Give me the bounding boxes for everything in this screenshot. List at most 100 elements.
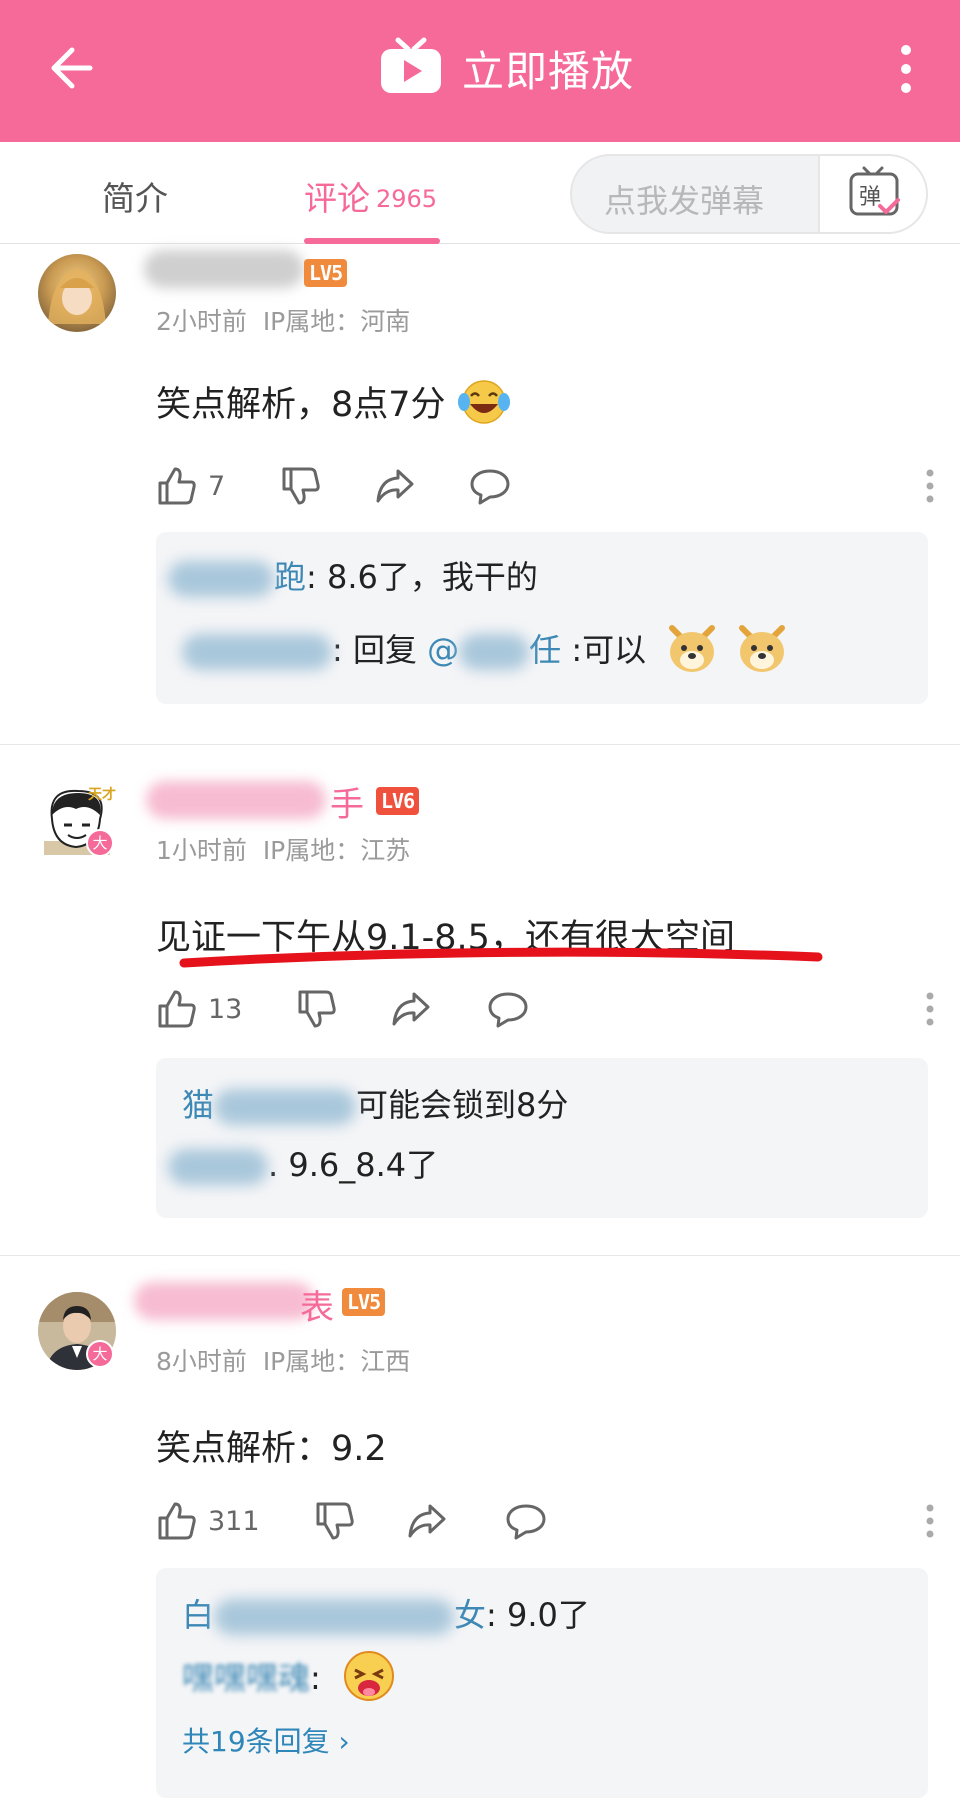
comment-actions: 13 bbox=[156, 987, 936, 1031]
thumbs-down-icon bbox=[282, 467, 320, 505]
danmaku-placeholder: 点我发弹幕 bbox=[604, 182, 765, 220]
reply-username-blurred bbox=[214, 1599, 455, 1635]
share-icon bbox=[392, 992, 430, 1026]
reply-username-head: 白 bbox=[182, 1596, 215, 1634]
thumbs-up-icon bbox=[158, 467, 196, 505]
reply-item[interactable]: 白 女: 9.0了 bbox=[182, 1590, 590, 1636]
thumbs-up-icon bbox=[158, 1502, 196, 1540]
reply-text: . 9.6_8.4了 bbox=[268, 1146, 439, 1184]
username-blurred[interactable] bbox=[134, 1282, 314, 1320]
reply-button[interactable] bbox=[486, 987, 530, 1031]
level-badge: LV6 bbox=[376, 787, 420, 815]
danmaku-icon: 弹 bbox=[849, 166, 900, 216]
reply-button[interactable] bbox=[504, 1499, 548, 1543]
comment-more-icon[interactable] bbox=[924, 991, 936, 1031]
avatar[interactable] bbox=[38, 254, 116, 332]
thumbs-down-icon bbox=[298, 990, 336, 1028]
chat-bubble-icon bbox=[470, 469, 510, 505]
red-underline-annotation bbox=[179, 947, 823, 968]
reply-username-head: 猫 bbox=[182, 1086, 215, 1124]
share-button[interactable] bbox=[374, 464, 416, 508]
comment-item: LV5 2小时前 IP属地：河南 笑点解析，8点7分 7 跑: 8.6了，我干的… bbox=[0, 244, 960, 744]
share-button[interactable] bbox=[390, 987, 432, 1031]
like-button[interactable]: 311 bbox=[156, 1499, 260, 1543]
tab-comments[interactable]: 评论 2965 bbox=[304, 172, 437, 220]
comment-actions: 311 bbox=[156, 1499, 936, 1543]
level-badge: LV5 bbox=[304, 259, 348, 287]
like-count: 7 bbox=[208, 470, 226, 502]
reply-text: : 8.6了，我干的 bbox=[306, 558, 538, 596]
tab-bar: 简介 评论 2965 点我发弹幕 弹 bbox=[0, 142, 960, 244]
comment-meta: 8小时前 IP属地：江西 bbox=[156, 1342, 410, 1378]
share-icon bbox=[376, 469, 414, 503]
reply-preview-box[interactable]: 白 女: 9.0了 嘿嘿嘿魂: 共19条回复 › bbox=[156, 1568, 928, 1798]
more-options-icon[interactable] bbox=[893, 44, 919, 94]
comment-text: 笑点解析，8点7分 bbox=[156, 376, 511, 435]
reply-mention[interactable]: @ 任 bbox=[427, 631, 562, 670]
comment-ip: IP属地：江苏 bbox=[262, 836, 411, 865]
like-button[interactable]: 13 bbox=[156, 987, 242, 1031]
reply-username-blurred bbox=[168, 561, 274, 597]
username-blurred[interactable] bbox=[144, 250, 304, 288]
chat-bubble-icon bbox=[488, 992, 528, 1028]
tv-play-icon bbox=[378, 36, 444, 100]
danmaku-input[interactable]: 点我发弹幕 弹 bbox=[570, 154, 928, 234]
face-with-tears-of-joy-icon bbox=[457, 378, 511, 435]
share-icon bbox=[408, 1504, 446, 1538]
reply-item[interactable]: 嘿嘿嘿魂: bbox=[182, 1648, 397, 1712]
mention-username-blurred bbox=[459, 634, 530, 670]
view-all-replies-link[interactable]: 共19条回复 › bbox=[182, 1720, 350, 1760]
reply-text: :可以 bbox=[561, 631, 647, 669]
reply-separator: : 回复 bbox=[332, 631, 428, 669]
reply-username-blurred bbox=[182, 634, 332, 670]
dislike-button[interactable] bbox=[296, 987, 338, 1031]
danmaku-button-label: 弹 bbox=[859, 185, 881, 210]
comment-more-icon[interactable] bbox=[924, 468, 936, 508]
chat-bubble-icon bbox=[506, 1504, 546, 1540]
username-tail[interactable]: 表 bbox=[300, 1280, 334, 1329]
play-now-label: 立即播放 bbox=[462, 46, 635, 96]
share-button[interactable] bbox=[406, 1499, 448, 1543]
comment-ip: IP属地：河南 bbox=[262, 307, 411, 336]
reply-button[interactable] bbox=[468, 464, 512, 508]
tab-intro[interactable]: 简介 bbox=[102, 172, 168, 220]
back-arrow-icon[interactable] bbox=[44, 38, 104, 98]
reply-item[interactable]: 跑: 8.6了，我干的 bbox=[168, 552, 538, 598]
level-badge: LV5 bbox=[342, 1288, 386, 1316]
comment-time: 1小时前 bbox=[156, 836, 247, 865]
reply-mention-tail: 任 bbox=[529, 631, 562, 669]
doge-icon bbox=[664, 622, 720, 682]
avatar[interactable]: 天才 大 bbox=[38, 785, 116, 863]
reply-preview-box[interactable]: 猫 可能会锁到8分 . 9.6_8.4了 bbox=[156, 1058, 928, 1218]
comment-count: 2965 bbox=[376, 185, 438, 213]
reply-preview-box[interactable]: 跑: 8.6了，我干的 : 回复 @ 任 :可以 bbox=[156, 532, 928, 704]
reply-item[interactable]: . 9.6_8.4了 bbox=[168, 1140, 439, 1186]
vip-badge: 大 bbox=[86, 829, 114, 857]
like-count: 13 bbox=[208, 993, 243, 1025]
avatar[interactable]: 大 bbox=[38, 1292, 116, 1370]
reply-username-head: 嘿嘿嘿魂 bbox=[182, 1659, 311, 1697]
reply-text: : bbox=[310, 1659, 321, 1697]
comment-time: 8小时前 bbox=[156, 1347, 247, 1376]
reply-mention-prefix: @ bbox=[427, 631, 460, 669]
reply-text: : 9.0了 bbox=[486, 1596, 590, 1634]
dislike-button[interactable] bbox=[314, 1499, 356, 1543]
top-bar: 立即播放 bbox=[0, 0, 960, 142]
reply-username-blurred bbox=[214, 1089, 357, 1125]
comment-ip: IP属地：江西 bbox=[262, 1347, 411, 1376]
play-now-button[interactable]: 立即播放 bbox=[378, 36, 635, 100]
comment-more-icon[interactable] bbox=[924, 1503, 936, 1543]
reply-item[interactable]: 猫 可能会锁到8分 bbox=[182, 1080, 568, 1126]
like-button[interactable]: 7 bbox=[156, 464, 225, 508]
like-count: 311 bbox=[208, 1505, 260, 1537]
thumbs-down-icon bbox=[316, 1502, 354, 1540]
danmaku-toggle-button[interactable]: 弹 bbox=[818, 156, 926, 232]
comment-item: 大 表 LV5 8小时前 IP属地：江西 笑点解析：9.2 311 白 女: 9.… bbox=[0, 1256, 960, 1798]
dislike-button[interactable] bbox=[280, 464, 322, 508]
username-tail[interactable]: 手 bbox=[330, 777, 364, 826]
vip-badge: 大 bbox=[86, 1340, 114, 1368]
reply-item[interactable]: : 回复 @ 任 :可以 bbox=[182, 622, 790, 682]
comment-meta: 1小时前 IP属地：江苏 bbox=[156, 831, 410, 867]
comment-text-body: 笑点解析，8点7分 bbox=[156, 385, 446, 425]
username-blurred[interactable] bbox=[146, 781, 326, 819]
